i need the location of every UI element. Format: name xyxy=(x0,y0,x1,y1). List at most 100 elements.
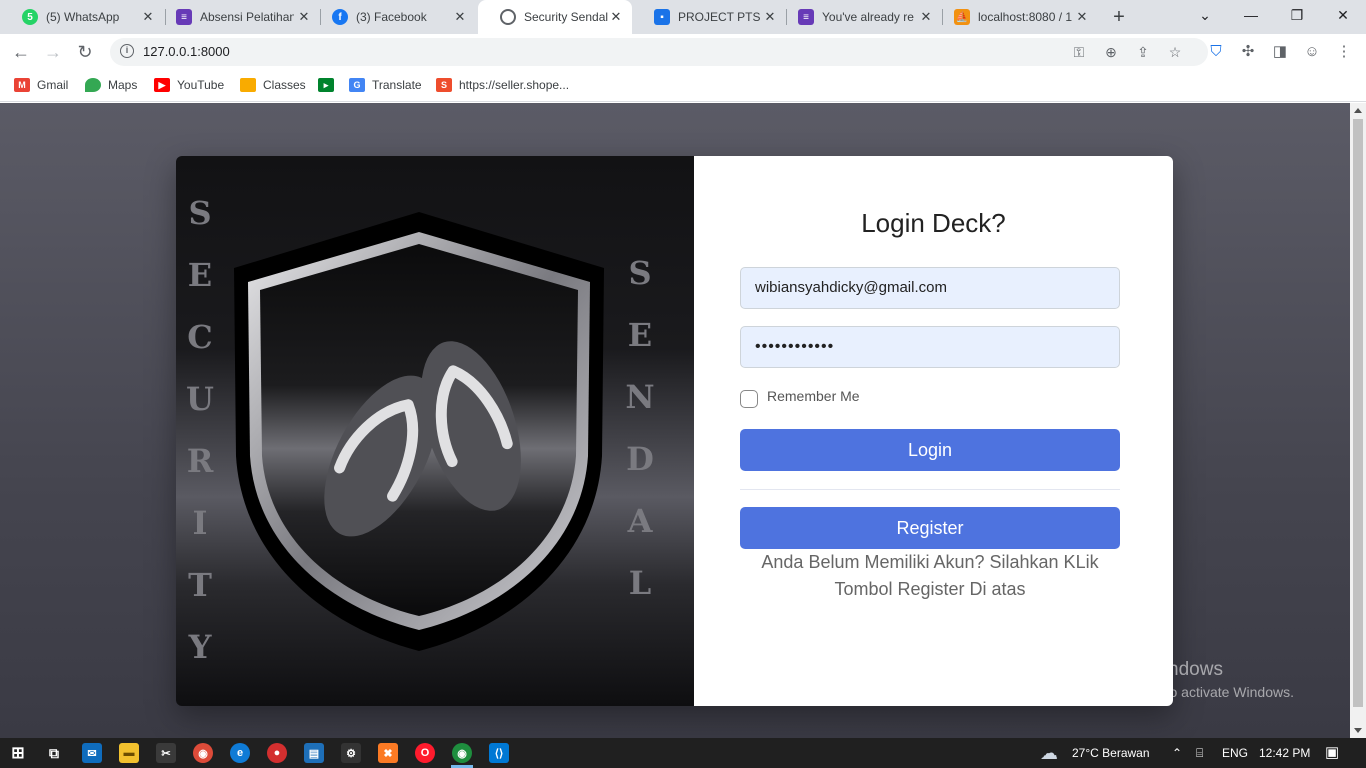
store-icon[interactable]: ▤ xyxy=(304,743,324,763)
password-field[interactable]: •••••••••••• xyxy=(740,326,1120,368)
hero-letter: D xyxy=(626,440,654,478)
bookmark-meet[interactable]: ▸ xyxy=(318,77,341,93)
address-bar[interactable]: i 127.0.0.1:8000 ⚿ ⊕ ⇪ ☆ xyxy=(110,38,1208,66)
windows-taskbar: ⊞ ⧉ ✉ ▬ ✂ ◉ e ● ▤ ⚙ ✖ O ◉ ⟨⟩ ☁ 27°C Bera… xyxy=(0,738,1366,768)
activate-windows-watermark: Activate Windows Go to Settings to activ… xyxy=(1073,659,1294,700)
site-info-icon[interactable]: i xyxy=(120,44,134,58)
tab-facebook[interactable]: f (3) Facebook ✕ xyxy=(310,0,476,34)
register-button[interactable]: Register xyxy=(740,507,1120,549)
globe-icon xyxy=(500,9,516,25)
close-tab-icon[interactable]: ✕ xyxy=(608,9,624,25)
shopee-icon: S xyxy=(436,78,452,92)
password-key-icon[interactable]: ⚿ xyxy=(1070,43,1088,61)
forms-icon: ≡ xyxy=(176,9,192,25)
bookmark-star-icon[interactable]: ☆ xyxy=(1166,43,1184,61)
youtube-icon: ▶ xyxy=(154,78,170,92)
tab-phpmyadmin[interactable]: ⛵ localhost:8080 / 1 ✕ xyxy=(932,0,1098,34)
tray-expand-icon[interactable]: ⌃ xyxy=(1172,738,1182,768)
language-indicator[interactable]: ENG xyxy=(1222,738,1248,768)
menu-kebab-icon[interactable]: ⋮ xyxy=(1334,42,1354,62)
record-app-icon[interactable]: ● xyxy=(267,743,287,763)
remember-me-label[interactable]: Remember Me xyxy=(767,388,860,404)
email-field[interactable]: wibiansyahdicky@gmail.com xyxy=(740,267,1120,309)
tab-forms-submitted[interactable]: ≡ You've already re ✕ xyxy=(776,0,942,34)
side-panel-icon[interactable]: ◨ xyxy=(1270,42,1290,62)
address-text[interactable]: 127.0.0.1:8000 xyxy=(143,44,230,59)
opera-icon[interactable]: O xyxy=(415,743,435,763)
forward-icon[interactable]: → xyxy=(40,39,66,65)
bookmark-label: Classes xyxy=(263,78,306,92)
tab-title: (5) WhatsApp xyxy=(46,10,120,24)
tab-title: Security Sendal xyxy=(524,10,609,24)
share-icon[interactable]: ⇪ xyxy=(1134,43,1152,61)
page-scrollbar[interactable] xyxy=(1350,103,1366,738)
laragon-icon[interactable]: ⚙ xyxy=(341,743,361,763)
scroll-up-icon[interactable] xyxy=(1354,108,1362,113)
gmail-icon: M xyxy=(14,78,30,92)
reload-icon[interactable]: ↻ xyxy=(72,39,98,65)
tab-absensi[interactable]: ≡ Absensi Pelatihan ✕ xyxy=(154,0,320,34)
restore-button[interactable]: ❐ xyxy=(1274,0,1320,30)
bookmark-label: Translate xyxy=(372,78,422,92)
scroll-down-icon[interactable] xyxy=(1354,728,1362,733)
shield-extension-icon[interactable]: ⛉ xyxy=(1206,42,1226,62)
zoom-icon[interactable]: ⊕ xyxy=(1102,43,1120,61)
bookmark-maps[interactable]: Maps xyxy=(85,77,137,93)
minimize-button[interactable]: — xyxy=(1228,0,1274,30)
bookmark-label: https://seller.shope... xyxy=(459,78,570,92)
close-tab-icon[interactable]: ✕ xyxy=(1074,9,1090,25)
tab-title: Absensi Pelatihan xyxy=(200,10,294,24)
extensions-puzzle-icon[interactable]: ✣ xyxy=(1238,42,1258,62)
windows-start-icon[interactable]: ⊞ xyxy=(8,743,28,763)
notifications-icon[interactable]: ▣ xyxy=(1325,738,1339,768)
register-help-text: Anda Belum Memiliki Akun? Silahkan KLik … xyxy=(761,552,1099,599)
tab-strip: 5 (5) WhatsApp ✕ ≡ Absensi Pelatihan ✕ f… xyxy=(0,0,1366,34)
xampp-icon[interactable]: ✖ xyxy=(378,743,398,763)
browser-toolbar: ← → ↻ i 127.0.0.1:8000 ⚿ ⊕ ⇪ ☆ ⛉ ✣ ◨ ☺ ⋮ xyxy=(0,34,1366,70)
back-icon[interactable]: ← xyxy=(8,39,34,65)
chrome-icon[interactable]: ◉ xyxy=(193,743,213,763)
page-title: Login Deck? xyxy=(861,208,1006,238)
file-explorer-icon[interactable]: ▬ xyxy=(119,743,139,763)
phpmyadmin-icon: ⛵ xyxy=(954,9,970,25)
bookmark-label: YouTube xyxy=(177,78,225,92)
close-tab-icon[interactable]: ✕ xyxy=(452,9,468,25)
tab-project-pts[interactable]: ▪ PROJECT PTS ✕ xyxy=(632,0,786,34)
chrome-active-icon[interactable]: ◉ xyxy=(452,743,472,763)
translate-icon: G xyxy=(349,78,365,92)
bookmark-classes[interactable]: Classes xyxy=(240,77,306,93)
watermark-title: Activate Windows xyxy=(1073,659,1223,680)
profile-avatar-icon[interactable]: ☺ xyxy=(1302,42,1322,62)
tab-search-button[interactable]: ⌄ xyxy=(1182,0,1228,30)
scrollbar-thumb[interactable] xyxy=(1353,119,1363,707)
network-icon[interactable]: ⌸ xyxy=(1196,738,1203,768)
bookmark-gmail[interactable]: M Gmail xyxy=(14,77,68,93)
snipping-tool-icon[interactable]: ✂ xyxy=(156,743,176,763)
login-card: S E C U R I T Y S E N D A L Login Deck? … xyxy=(176,156,1173,706)
classroom-icon: ▪ xyxy=(654,9,670,25)
weather-cloud-icon[interactable]: ☁ xyxy=(1040,738,1058,768)
task-view-icon[interactable]: ⧉ xyxy=(44,743,64,763)
edge-icon[interactable]: e xyxy=(230,743,250,763)
remember-me-checkbox[interactable] xyxy=(740,390,758,408)
tab-security-sendal[interactable]: Security Sendal ✕ xyxy=(478,0,632,34)
clock[interactable]: 12:42 PM xyxy=(1259,738,1310,768)
sendal-vertical-text: S E N D A L xyxy=(620,156,660,706)
mail-icon[interactable]: ✉ xyxy=(82,743,102,763)
tab-whatsapp[interactable]: 5 (5) WhatsApp ✕ xyxy=(0,0,164,34)
bookmark-translate[interactable]: G Translate xyxy=(349,77,422,93)
close-window-button[interactable]: ✕ xyxy=(1320,0,1366,30)
new-tab-button[interactable]: + xyxy=(1108,6,1130,28)
tab-title: (3) Facebook xyxy=(356,10,427,24)
page-viewport: S E C U R I T Y S E N D A L Login Deck? … xyxy=(0,103,1350,738)
forms-icon: ≡ xyxy=(798,9,814,25)
hero-letter: L xyxy=(628,564,652,602)
watermark-subtitle: Go to Settings to activate Windows. xyxy=(1073,684,1294,700)
vscode-icon[interactable]: ⟨⟩ xyxy=(489,743,509,763)
tab-title: localhost:8080 / 1 xyxy=(978,10,1072,24)
login-button[interactable]: Login xyxy=(740,429,1120,471)
hero-letter: S xyxy=(628,254,652,292)
bookmark-youtube[interactable]: ▶ YouTube xyxy=(154,77,224,93)
weather-text[interactable]: 27°C Berawan xyxy=(1072,738,1150,768)
bookmark-shopee[interactable]: S https://seller.shope... xyxy=(436,77,569,93)
